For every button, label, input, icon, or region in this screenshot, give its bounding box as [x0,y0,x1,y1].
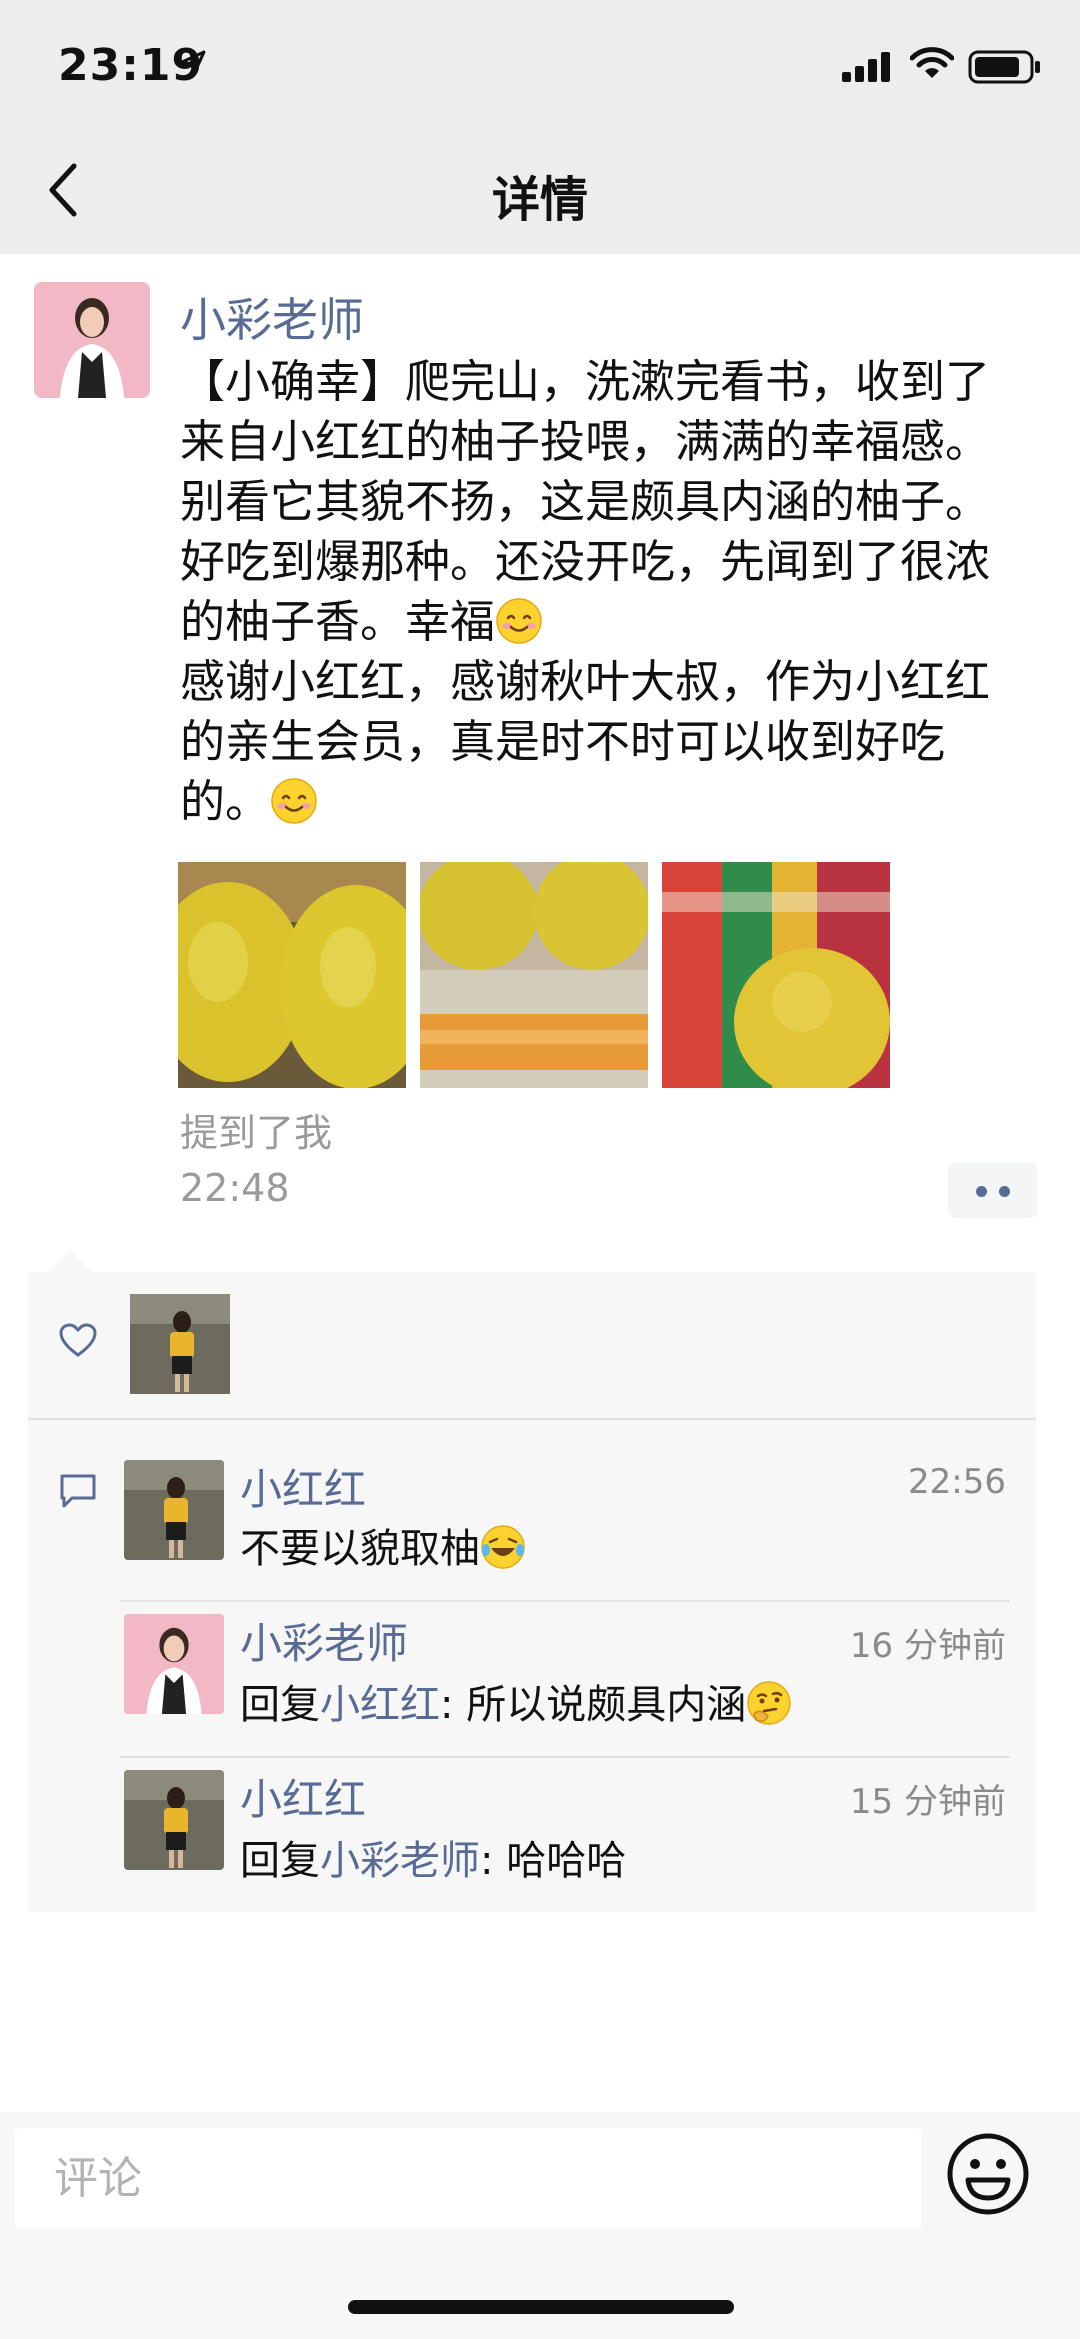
dot-icon [999,1186,1010,1197]
dot-icon [976,1186,987,1197]
wifi-icon [910,47,954,78]
more-actions-button[interactable] [948,1162,1038,1218]
smiling-face-emoji-icon [496,598,542,644]
post-text-part-1: 【小确幸】爬完山，洗漱完看书，收到了来自小红红的柚子投喂，满满的幸福感。别看它其… [180,355,991,648]
post-photo-2[interactable] [420,862,648,1088]
post-author-name[interactable]: 小彩老师 [180,284,364,350]
location-arrow-icon [180,50,206,76]
post-photo-3[interactable] [662,862,890,1088]
comment-avatar[interactable] [124,1614,224,1714]
divider [120,1756,1010,1758]
panel-pointer [48,1250,92,1272]
post-photo-1[interactable] [178,862,406,1088]
comment-avatar[interactable] [124,1460,224,1560]
comment-text: 回复小彩老师: 哈哈哈 [240,1828,626,1886]
divider [120,1600,1010,1602]
comment-avatar[interactable] [124,1770,224,1870]
emoji-face-icon [947,2133,1029,2215]
smiling-face-emoji-icon [271,778,317,824]
comment-timestamp: 15 分钟前 [849,1782,1006,1822]
mention-label: 提到了我 [180,1111,333,1155]
comment-body: 不要以貌取柚 [240,1526,480,1572]
comment-input[interactable] [14,2128,922,2228]
page-title: 详情 [491,172,588,228]
post-text: 【小确幸】爬完山，洗漱完看书，收到了来自小红红的柚子投喂，满满的幸福感。别看它其… [180,352,1030,832]
divider [28,1418,1036,1420]
comment-author-name[interactable]: 小彩老师 [240,1610,408,1671]
reply-target-name[interactable]: 小彩老师 [320,1838,480,1884]
emoji-button[interactable] [944,2130,1032,2218]
heart-icon [59,1323,97,1357]
author-avatar[interactable] [34,282,150,398]
laughing-tears-emoji-icon [481,1525,525,1569]
comment-body: : 哈哈哈 [480,1838,627,1884]
battery-icon [968,50,1040,84]
post-timestamp: 22:48 [180,1166,290,1210]
comment-timestamp: 16 分钟前 [849,1626,1006,1666]
home-indicator [348,2300,734,2314]
reply-prefix: 回复 [240,1682,320,1728]
reply-prefix: 回复 [240,1838,320,1884]
comment-body: : 所以说颇具内涵 [440,1682,747,1728]
comment-timestamp: 22:56 [908,1462,1006,1502]
thinking-face-emoji-icon [747,1681,791,1725]
comment-text: 回复小红红: 所以说颇具内涵 [240,1672,792,1730]
comment-author-name[interactable]: 小红红 [240,1456,366,1517]
like-avatar[interactable] [130,1294,230,1394]
comment-author-name[interactable]: 小红红 [240,1766,366,1827]
comment-text: 不要以貌取柚 [240,1516,526,1574]
reply-target-name[interactable]: 小红红 [320,1682,440,1728]
cellular-signal-icon [842,52,890,82]
comment-icon [60,1474,96,1508]
